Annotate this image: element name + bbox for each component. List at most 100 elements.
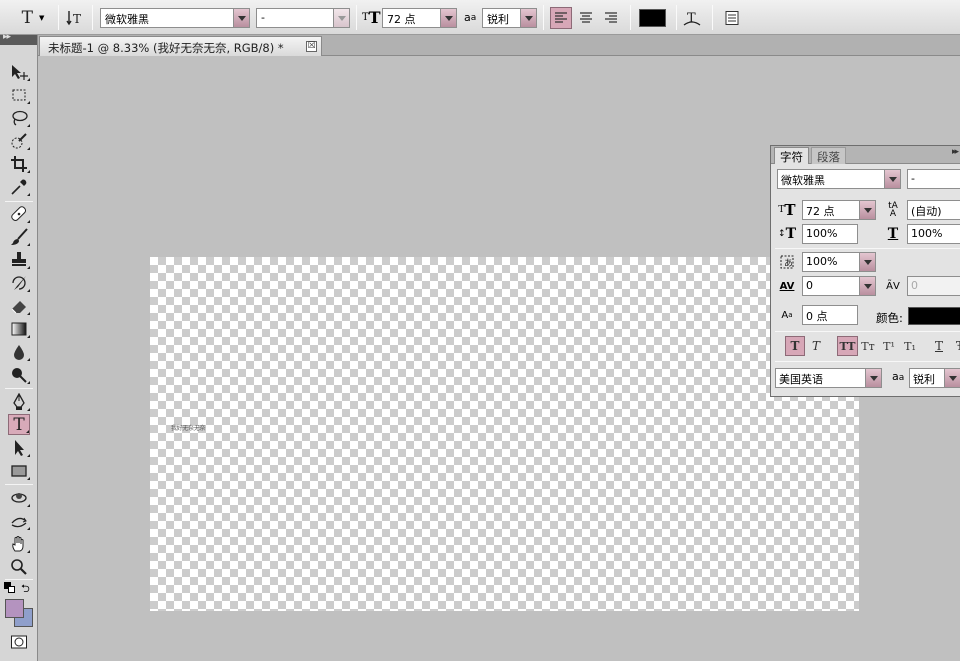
history-brush-icon <box>12 275 26 290</box>
lasso-icon <box>12 110 28 126</box>
default-colors-button[interactable] <box>4 582 16 594</box>
document-tab[interactable]: 未标题-1 @ 8.33% (我好无奈无奈, RGB/8) * ☒ <box>39 36 322 56</box>
superscript-button[interactable]: T¹ <box>879 336 899 356</box>
history-brush-tool[interactable] <box>8 272 30 293</box>
horizontal-scale-input[interactable]: 100% <box>907 224 960 244</box>
font-family-select[interactable]: 微软雅黑 <box>100 8 250 28</box>
chevron-down-icon[interactable] <box>884 170 900 188</box>
3d-orbit-tool[interactable] <box>8 510 30 531</box>
gradient-tool[interactable] <box>8 318 30 339</box>
clone-stamp-tool[interactable] <box>8 249 30 270</box>
toolbox-collapse-grip[interactable]: ▸▸ <box>0 32 37 45</box>
rectangle-shape-icon <box>11 464 27 477</box>
chevron-down-icon[interactable] <box>859 253 875 271</box>
dodge-tool[interactable] <box>8 364 30 385</box>
antialias-value: 锐利 <box>487 13 509 26</box>
color-label: 颜色: <box>876 311 903 325</box>
vertical-scale-value: 100% <box>806 227 838 240</box>
subscript-button[interactable]: T₁ <box>900 336 920 356</box>
align-left-button[interactable] <box>550 7 572 29</box>
eyedropper-icon <box>11 179 27 195</box>
underline-button[interactable]: T <box>929 336 949 356</box>
chevron-down-icon[interactable] <box>944 369 960 387</box>
pen-tool[interactable] <box>8 391 30 412</box>
tool-preset-picker[interactable]: T ▼ <box>14 7 52 29</box>
all-caps-button[interactable]: TT <box>837 336 858 356</box>
kerning-select[interactable]: 0 <box>907 276 960 296</box>
chevron-down-icon[interactable] <box>333 9 349 27</box>
font-size-value: 72 点 <box>387 13 416 26</box>
vertical-scale-input[interactable]: 100% <box>802 224 858 244</box>
crop-tool[interactable] <box>8 153 30 174</box>
kerning-icon: A͂V <box>886 280 900 292</box>
panel-font-style-select[interactable]: - <box>907 169 960 189</box>
brush-icon <box>11 227 28 245</box>
panel-font-size-select[interactable]: 72 点 <box>802 200 876 220</box>
gradient-icon <box>11 322 27 335</box>
toggle-text-orientation-button[interactable]: T <box>64 7 86 29</box>
tab-paragraph[interactable]: 段落 <box>811 147 846 164</box>
hand-tool[interactable] <box>8 533 30 554</box>
move-tool[interactable] <box>8 61 30 82</box>
chevron-down-icon[interactable] <box>440 9 456 27</box>
leading-select[interactable]: (自动) <box>907 200 960 220</box>
spot-healing-brush-tool[interactable] <box>8 203 30 224</box>
rectangular-marquee-tool[interactable] <box>8 84 30 105</box>
foreground-color-swatch[interactable] <box>5 599 24 618</box>
zoom-tool[interactable] <box>8 556 30 577</box>
document-tab-title: 未标题-1 @ 8.33% (我好无奈无奈, RGB/8) * <box>48 41 284 55</box>
language-select[interactable]: 美国英语 <box>775 368 882 388</box>
eyedropper-tool[interactable] <box>8 176 30 197</box>
brush-tool[interactable] <box>8 226 30 247</box>
tracking-select[interactable]: 0 <box>802 276 876 296</box>
align-center-icon <box>580 12 592 23</box>
3d-rotate-tool[interactable] <box>8 487 30 508</box>
toggle-character-panel-button[interactable] <box>721 7 743 29</box>
zoom-icon <box>11 558 27 575</box>
antialias-icon: aa <box>892 370 905 383</box>
chevron-down-icon[interactable] <box>520 9 536 27</box>
tsume-select[interactable]: 100% <box>802 252 876 272</box>
chevron-down-icon[interactable] <box>233 9 249 27</box>
panel-color-swatch[interactable] <box>908 307 960 325</box>
create-warped-text-button[interactable]: T <box>681 7 703 29</box>
panel-font-family-select[interactable]: 微软雅黑 <box>777 169 901 189</box>
font-style-select[interactable]: - <box>256 8 350 28</box>
baseline-shift-input[interactable]: 0 点 <box>802 305 858 325</box>
horizontal-type-tool[interactable]: T <box>8 414 30 435</box>
blur-tool[interactable] <box>8 341 30 362</box>
chevron-down-icon[interactable] <box>865 369 881 387</box>
text-color-swatch[interactable] <box>639 9 666 27</box>
antialias-select[interactable]: 锐利 <box>482 8 537 28</box>
faux-italic-button[interactable]: T <box>806 336 826 356</box>
lasso-tool[interactable] <box>8 107 30 128</box>
small-caps-button[interactable]: Tт <box>858 336 878 356</box>
document-canvas[interactable]: 我好无奈无奈 <box>150 257 859 611</box>
quick-mask-button[interactable] <box>8 631 30 652</box>
panel-antialias-select[interactable]: 锐利 <box>909 368 960 388</box>
eraser-tool[interactable] <box>8 295 30 316</box>
faux-bold-button[interactable]: T <box>785 336 805 356</box>
chevron-down-icon[interactable] <box>859 201 875 219</box>
rectangle-tool[interactable] <box>8 460 30 481</box>
panel-menu-icon[interactable]: ▸▸ <box>952 147 959 157</box>
font-family-value: 微软雅黑 <box>105 13 149 26</box>
canvas-text-layer[interactable]: 我好无奈无奈 <box>171 423 206 432</box>
chevron-down-icon[interactable] <box>859 277 875 295</box>
panel-font-size-value: 72 点 <box>806 205 835 218</box>
align-right-button[interactable] <box>600 7 622 29</box>
path-selection-tool[interactable] <box>8 437 30 458</box>
quick-selection-tool[interactable] <box>8 130 30 151</box>
strikethrough-button[interactable]: Ŧ <box>950 336 960 356</box>
antialias-icon: aa <box>464 11 477 24</box>
text-orientation-icon: T <box>66 11 81 26</box>
panel-font-family-value: 微软雅黑 <box>781 174 825 187</box>
eraser-icon <box>11 300 26 313</box>
panel-toggle-icon <box>725 11 739 25</box>
baseline-shift-value: 0 点 <box>806 310 828 323</box>
swap-colors-icon[interactable]: ⮌ <box>21 580 30 599</box>
tab-character[interactable]: 字符 <box>774 147 809 164</box>
close-icon[interactable]: ☒ <box>306 41 317 52</box>
align-center-button[interactable] <box>575 7 597 29</box>
font-size-select[interactable]: 72 点 <box>382 8 457 28</box>
